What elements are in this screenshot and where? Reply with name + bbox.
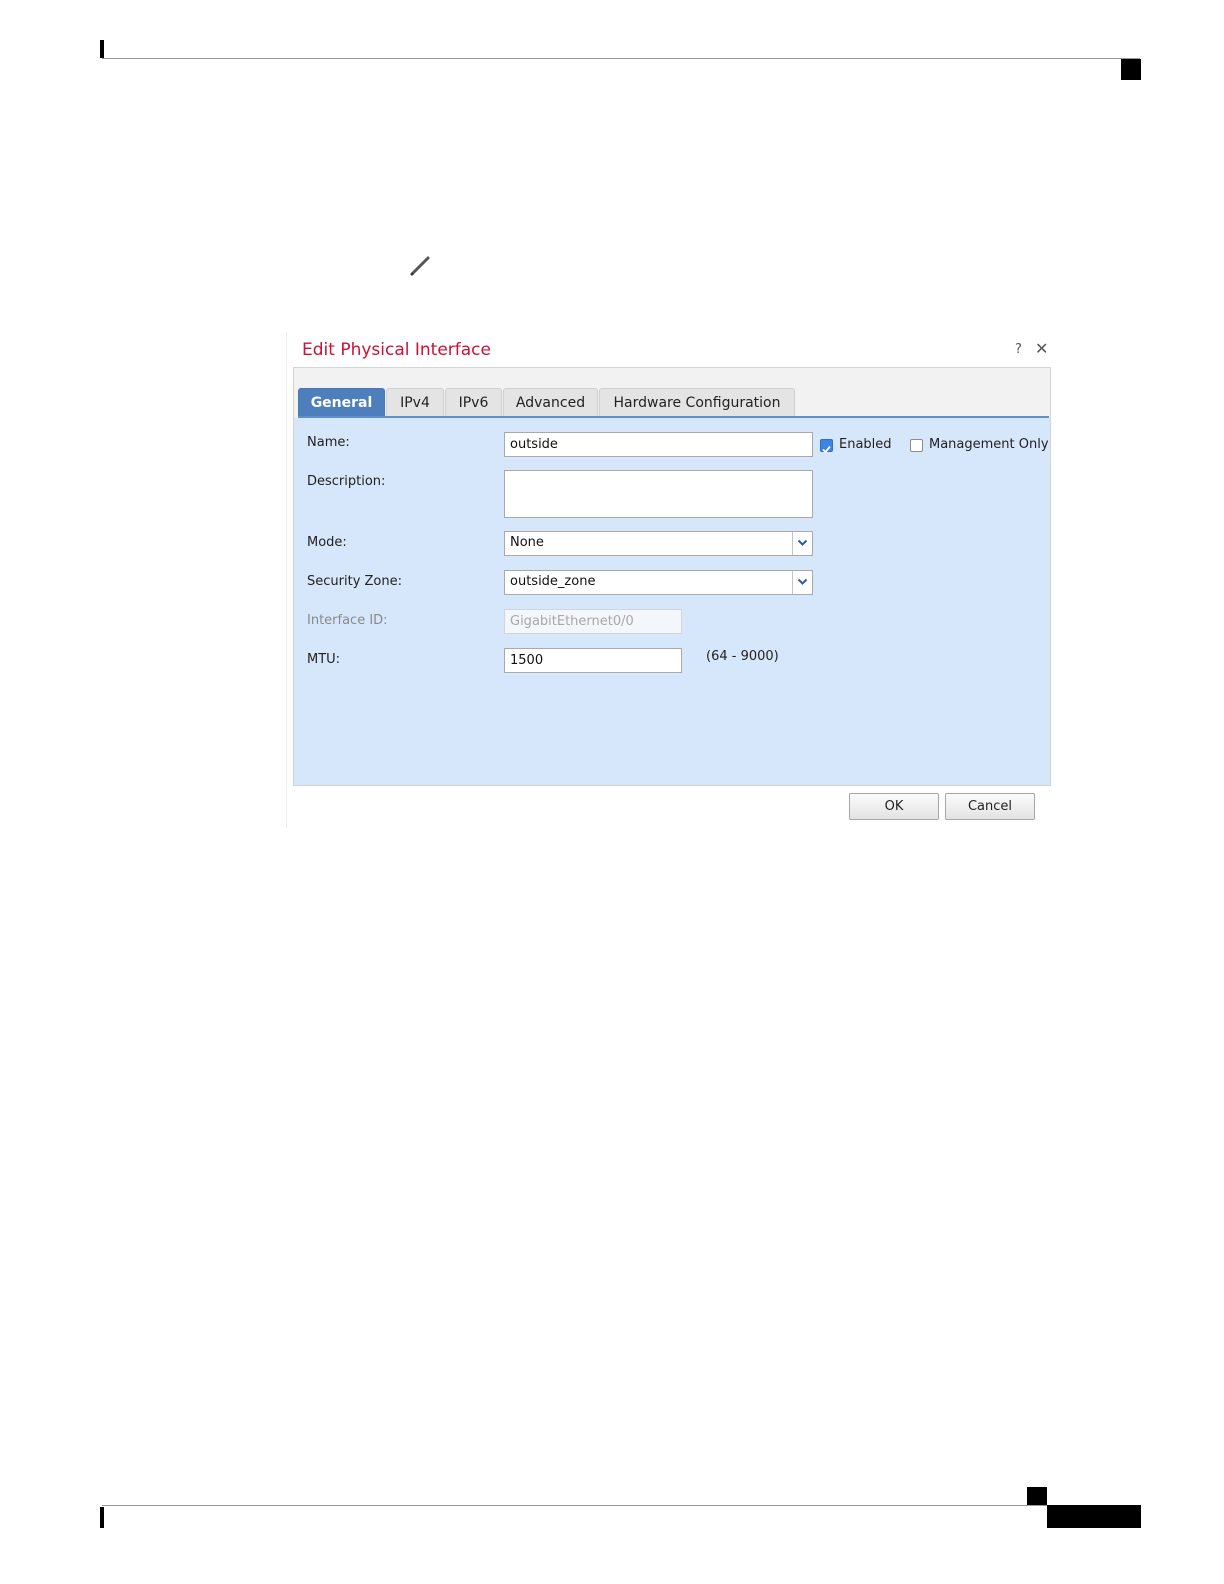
close-icon[interactable]: ✕ <box>1035 339 1048 358</box>
security-zone-select-value: outside_zone <box>510 574 596 589</box>
management-only-label: Management Only <box>929 437 1049 452</box>
footer-marker <box>1027 1487 1047 1505</box>
chevron-down-icon[interactable] <box>792 532 812 555</box>
interface-id-label: Interface ID: <box>307 613 388 628</box>
mode-label: Mode: <box>307 535 347 550</box>
footer-bar <box>1047 1505 1141 1528</box>
footer-rule <box>102 1505 1140 1506</box>
edit-physical-interface-dialog: Edit Physical Interface ? ✕ General IPv4… <box>286 332 1057 828</box>
management-only-checkbox[interactable] <box>910 439 923 452</box>
security-zone-select[interactable]: outside_zone <box>504 570 813 595</box>
footer-tick <box>100 1507 104 1528</box>
security-zone-label: Security Zone: <box>307 574 402 589</box>
cancel-button[interactable]: Cancel <box>945 793 1035 820</box>
tab-advanced[interactable]: Advanced <box>503 388 598 417</box>
tab-hardware-configuration[interactable]: Hardware Configuration <box>599 388 795 417</box>
interface-id-input <box>504 609 682 634</box>
mode-select-value: None <box>510 535 544 550</box>
tab-general[interactable]: General <box>298 388 385 417</box>
mtu-label: MTU: <box>307 652 341 667</box>
pencil-icon <box>410 256 430 276</box>
tab-bar: General IPv4 IPv6 Advanced Hardware Conf… <box>298 388 1049 417</box>
general-form: Name: Enabled Management Only Descriptio… <box>294 418 1050 785</box>
dialog-title: Edit Physical Interface <box>302 340 491 360</box>
dialog-panel: General IPv4 IPv6 Advanced Hardware Conf… <box>293 367 1051 786</box>
mtu-input[interactable] <box>504 648 682 673</box>
header-tick <box>100 40 104 58</box>
check-icon <box>822 445 831 454</box>
mode-select[interactable]: None <box>504 531 813 556</box>
header-rule <box>102 58 1140 59</box>
tab-ipv6[interactable]: IPv6 <box>445 388 502 417</box>
tab-ipv4[interactable]: IPv4 <box>386 388 444 417</box>
ok-button[interactable]: OK <box>849 793 939 820</box>
mtu-range-hint: (64 - 9000) <box>706 649 779 664</box>
chevron-down-icon[interactable] <box>792 571 812 594</box>
description-textarea[interactable] <box>504 470 813 518</box>
name-input[interactable] <box>504 432 813 457</box>
name-label: Name: <box>307 435 350 450</box>
help-icon[interactable]: ? <box>1015 342 1022 357</box>
header-marker <box>1121 59 1141 80</box>
enabled-label: Enabled <box>839 437 892 452</box>
enabled-checkbox[interactable] <box>820 439 833 454</box>
description-label: Description: <box>307 474 386 489</box>
